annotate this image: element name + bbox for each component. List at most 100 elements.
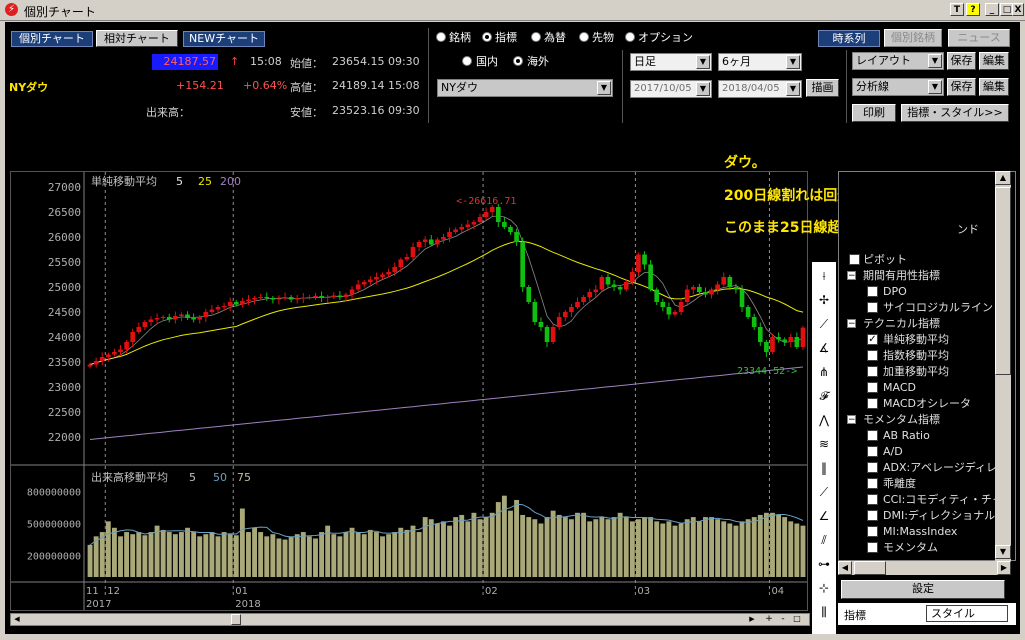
settings-button[interactable]: 設定: [841, 580, 1005, 599]
range-select[interactable]: 6ヶ月 ▼: [718, 53, 802, 71]
tree-checkbox[interactable]: [867, 462, 878, 473]
tree-item[interactable]: DMI:ディレクショナル: [867, 508, 995, 524]
analysis-line-select[interactable]: 分析線 ▼: [852, 78, 944, 96]
panel-horizontal-scrollbar[interactable]: ◀ ▶: [838, 561, 1011, 575]
chart-area[interactable]: 27000 26500 26000 25500 25000 24500 24000 23500…: [10, 171, 808, 611]
indicator-style-button[interactable]: 指標・スタイル>>: [901, 104, 1009, 122]
radio-domestic[interactable]: [462, 56, 472, 66]
cursor-line-icon[interactable]: ⟊: [814, 266, 834, 286]
crosshair-icon[interactable]: ✢: [814, 290, 834, 310]
scroll-thumb[interactable]: [854, 561, 886, 575]
tree-item[interactable]: DPO: [867, 284, 907, 300]
tree-item[interactable]: モメンタム: [867, 540, 938, 556]
tree-item[interactable]: 指数移動平均: [867, 348, 949, 364]
angle-line-icon[interactable]: ∡: [814, 338, 834, 358]
stock-issue-button[interactable]: 個別銘柄: [884, 29, 942, 47]
tab-new-chart[interactable]: NEWチャート: [183, 31, 265, 47]
tree-item[interactable]: MACD: [867, 380, 916, 396]
tree-collapse-icon[interactable]: −: [847, 319, 856, 329]
panel-vertical-scrollbar[interactable]: ▲ ▼: [995, 171, 1011, 561]
tree-item[interactable]: MI:MassIndex: [867, 524, 957, 540]
scroll-up-icon[interactable]: ▲: [995, 171, 1011, 185]
tree-group[interactable]: − 期間有用性指標: [847, 268, 940, 284]
scroll-thumb[interactable]: [231, 614, 241, 625]
zoom-in-icon[interactable]: +: [763, 614, 775, 625]
fibonacci-line-icon[interactable]: 𝓕: [814, 386, 834, 406]
tree-item[interactable]: AB Ratio: [867, 428, 930, 444]
tree-checkbox[interactable]: [867, 302, 878, 313]
tree-item[interactable]: サイコロジカルライン: [867, 300, 993, 316]
scroll-right-icon[interactable]: ▶: [746, 614, 758, 625]
tree-item[interactable]: ✓ 単純移動平均: [867, 332, 949, 348]
tree-checkbox[interactable]: [867, 398, 878, 409]
news-button[interactable]: ニュース: [948, 29, 1010, 47]
date-from-field[interactable]: 2017/10/05 ▼: [630, 80, 712, 98]
close-button[interactable]: X: [1012, 3, 1024, 16]
tree-item[interactable]: MACDオシレータ: [867, 396, 971, 412]
draw-button[interactable]: 描画: [806, 79, 839, 97]
text-mode-button[interactable]: T: [950, 3, 964, 16]
scroll-thumb[interactable]: [995, 187, 1011, 375]
scroll-down-icon[interactable]: ▼: [995, 545, 1011, 559]
tree-checkbox[interactable]: [849, 254, 860, 265]
tree-group[interactable]: − テクニカル指標: [847, 316, 940, 332]
parallel-lines-icon[interactable]: ≋: [814, 434, 834, 454]
scroll-left-icon[interactable]: ◀: [838, 561, 852, 575]
trendline-icon[interactable]: ⟋: [814, 314, 834, 334]
radio-stock[interactable]: [436, 32, 446, 42]
tree-checkbox[interactable]: [867, 478, 878, 489]
cycle-line-icon[interactable]: ⫼: [814, 602, 834, 622]
tree-checkbox[interactable]: [867, 382, 878, 393]
fibonacci-fan-icon[interactable]: ⋀: [814, 410, 834, 430]
tree-checkbox[interactable]: [867, 366, 878, 377]
tree-group[interactable]: − モメンタム指標: [847, 412, 940, 428]
period-select[interactable]: 日足 ▼: [630, 53, 712, 71]
date-to-field[interactable]: 2018/04/05 ▼: [718, 80, 802, 98]
index-select[interactable]: NYダウ ▼: [437, 79, 613, 97]
channel-icon[interactable]: ⫽: [814, 530, 834, 550]
tree-item[interactable]: 乖離度: [867, 476, 916, 492]
radio-overseas[interactable]: [513, 56, 523, 66]
horizontal-line-icon[interactable]: ⊶: [814, 554, 834, 574]
timeseries-button[interactable]: 時系列: [818, 30, 880, 47]
help-button[interactable]: ?: [966, 3, 980, 16]
tree-checkbox[interactable]: [867, 430, 878, 441]
tree-checkbox[interactable]: [867, 446, 878, 457]
radio-index[interactable]: [482, 32, 492, 42]
tab-indicator[interactable]: 指標: [844, 607, 866, 623]
tree-checkbox[interactable]: [867, 494, 878, 505]
tree-item[interactable]: 加重移動平均: [867, 364, 949, 380]
chart-horizontal-scrollbar[interactable]: ◀ ▶ + - □: [10, 613, 810, 626]
tree-checkbox[interactable]: [867, 510, 878, 521]
gann-icon[interactable]: ∠: [814, 506, 834, 526]
layout-save-button[interactable]: 保存: [947, 52, 976, 70]
layout-select[interactable]: レイアウト ▼: [852, 52, 944, 70]
print-button[interactable]: 印刷: [852, 104, 896, 122]
scroll-left-icon[interactable]: ◀: [11, 614, 23, 625]
fit-icon[interactable]: □: [791, 614, 803, 625]
tree-item[interactable]: ADX:アベレージディレ: [867, 460, 997, 476]
tree-checkbox[interactable]: [867, 350, 878, 361]
tree-checkbox-checked[interactable]: ✓: [867, 334, 878, 345]
layout-edit-button[interactable]: 編集: [979, 52, 1009, 70]
tree-checkbox[interactable]: [867, 286, 878, 297]
tree-checkbox[interactable]: [867, 542, 878, 553]
tree-item-pivot[interactable]: ピボット: [849, 252, 907, 268]
tab-style[interactable]: スタイル: [926, 605, 1008, 622]
fibonacci-time-icon[interactable]: ‖: [814, 458, 834, 478]
radio-options[interactable]: [625, 32, 635, 42]
tree-item[interactable]: A/D: [867, 444, 903, 460]
vertical-line-icon[interactable]: ⊹: [814, 578, 834, 598]
tree-checkbox[interactable]: [867, 526, 878, 537]
scroll-right-icon[interactable]: ▶: [997, 561, 1011, 575]
analysis-edit-button[interactable]: 編集: [979, 78, 1009, 96]
tree-item[interactable]: CCI:コモディティ・チャ: [867, 492, 1003, 508]
tree-collapse-icon[interactable]: −: [847, 271, 856, 281]
fan-icon[interactable]: ⋔: [814, 362, 834, 382]
minimize-button[interactable]: _: [985, 3, 999, 16]
radio-fx[interactable]: [531, 32, 541, 42]
tab-relative-chart[interactable]: 相対チャート: [96, 30, 178, 47]
tree-collapse-icon[interactable]: −: [847, 415, 856, 425]
ray-icon[interactable]: ⟋: [814, 482, 834, 502]
tab-individual-chart[interactable]: 個別チャート: [11, 31, 93, 47]
